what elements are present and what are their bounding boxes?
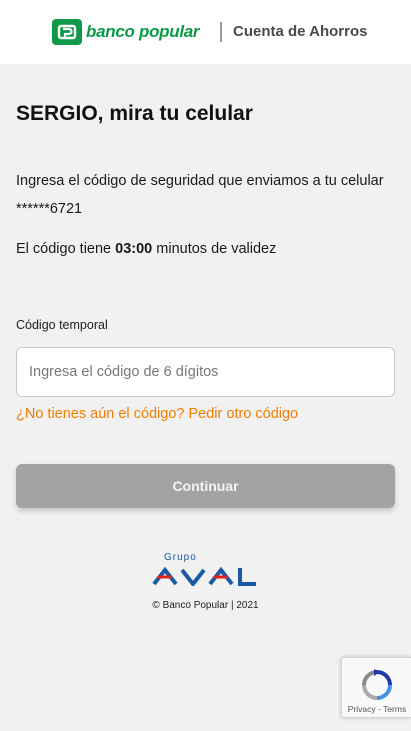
aval-group-label: Grupo bbox=[164, 552, 197, 563]
validity-suffix: minutos de validez bbox=[156, 241, 277, 257]
app-header: banco popular Cuenta de Ahorros bbox=[0, 0, 411, 64]
validity-timer: 03:00 bbox=[115, 241, 153, 257]
resend-code-link[interactable]: ¿No tienes aún el código? Pedir otro cód… bbox=[16, 406, 298, 422]
recaptcha-icon bbox=[362, 669, 392, 700]
validity-text: El código tiene 03:00 minutos de validez bbox=[16, 241, 276, 257]
instruction-text: Ingresa el código de seguridad que envia… bbox=[16, 173, 384, 217]
grupo-aval-logo: Grupo bbox=[152, 552, 260, 586]
code-input[interactable] bbox=[16, 347, 395, 397]
recaptcha-badge[interactable]: Privacy - Terms bbox=[341, 657, 411, 718]
banco-popular-logo[interactable]: banco popular bbox=[52, 19, 200, 45]
continue-button[interactable]: Continuar bbox=[16, 464, 395, 508]
page-title: SERGIO, mira tu celular bbox=[16, 102, 253, 125]
code-field-label: Código temporal bbox=[16, 318, 108, 332]
validity-prefix: El código tiene bbox=[16, 241, 112, 257]
copyright-text: © Banco Popular | 2021 bbox=[152, 600, 259, 611]
product-title: Cuenta de Ahorros bbox=[233, 23, 368, 40]
banco-popular-mark-icon bbox=[52, 19, 82, 45]
recaptcha-links[interactable]: Privacy - Terms bbox=[342, 704, 411, 714]
header-divider bbox=[220, 22, 222, 42]
aval-wordmark-icon bbox=[152, 566, 256, 586]
brand-name: banco popular bbox=[86, 22, 200, 41]
